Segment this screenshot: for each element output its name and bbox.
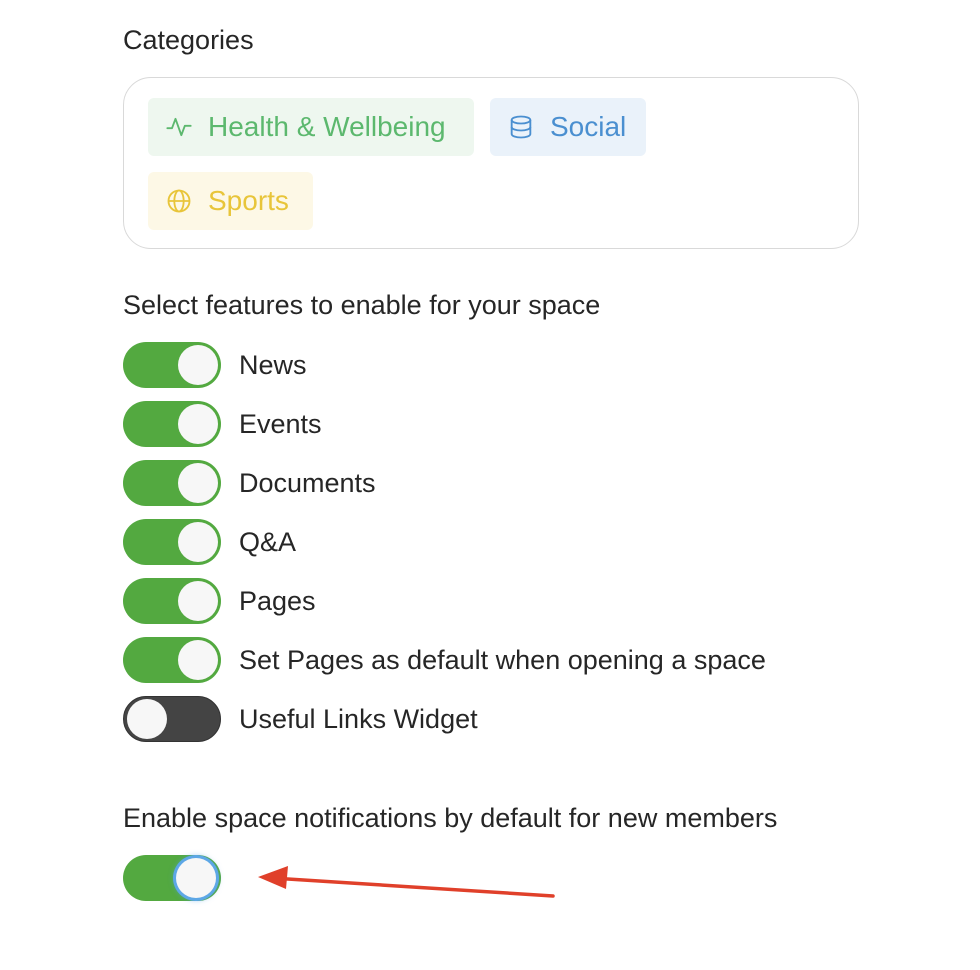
category-chip-label: Sports	[208, 185, 289, 216]
toggle-knob	[178, 404, 218, 444]
category-chip-label: Social	[550, 111, 627, 142]
categories-title: Categories	[123, 25, 254, 55]
useful-links-toggle[interactable]	[123, 696, 221, 742]
category-chip-sports[interactable]: Sports	[148, 172, 313, 230]
feature-row-useful-links: Useful Links Widget	[123, 695, 478, 743]
annotation-arrow-icon	[258, 866, 555, 898]
features-title: Select features to enable for your space	[123, 290, 601, 320]
category-chip-label: Health & Wellbeing	[208, 111, 446, 142]
feature-row-qa: Q&A	[123, 518, 296, 566]
toggle-knob	[127, 699, 167, 739]
toggle-knob	[176, 858, 216, 898]
feature-row-pages: Pages	[123, 577, 316, 625]
pages-default-toggle[interactable]	[123, 637, 221, 683]
toggle-label: Useful Links Widget	[239, 703, 478, 734]
feature-row-pages-default: Set Pages as default when opening a spac…	[123, 636, 766, 684]
database-icon	[506, 112, 536, 142]
toggle-label: News	[239, 349, 307, 380]
notifications-title: Enable space notifications by default fo…	[123, 803, 778, 833]
toggle-knob	[178, 463, 218, 503]
pages-toggle[interactable]	[123, 578, 221, 624]
activity-icon	[164, 112, 194, 142]
toggle-knob	[178, 522, 218, 562]
feature-row-news: News	[123, 341, 307, 389]
toggle-label: Set Pages as default when opening a spac…	[239, 644, 766, 675]
feature-row-events: Events	[123, 400, 322, 448]
notifications-toggle[interactable]	[123, 855, 221, 901]
documents-toggle[interactable]	[123, 460, 221, 506]
globe-icon	[164, 186, 194, 216]
toggle-knob	[178, 640, 218, 680]
toggle-knob	[178, 581, 218, 621]
feature-row-documents: Documents	[123, 459, 376, 507]
toggle-label: Pages	[239, 585, 316, 616]
qa-toggle[interactable]	[123, 519, 221, 565]
toggle-label: Q&A	[239, 526, 297, 557]
news-toggle[interactable]	[123, 342, 221, 388]
categories-box: Health & Wellbeing Social Sports	[123, 77, 859, 249]
toggle-label: Events	[239, 408, 322, 439]
toggle-label: Documents	[239, 467, 376, 498]
category-chip-social[interactable]: Social	[490, 98, 646, 156]
category-chip-health[interactable]: Health & Wellbeing	[148, 98, 474, 156]
events-toggle[interactable]	[123, 401, 221, 447]
toggle-knob	[178, 345, 218, 385]
